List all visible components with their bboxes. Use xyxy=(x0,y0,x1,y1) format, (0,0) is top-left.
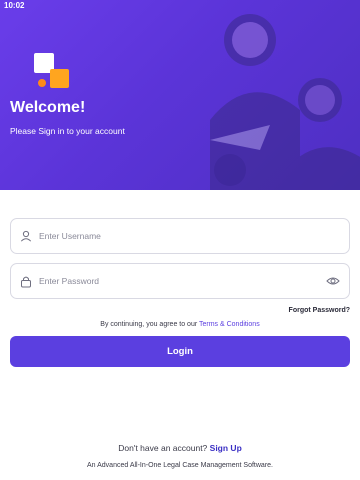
signup-prompt: Don't have an account? xyxy=(118,443,210,453)
app-logo xyxy=(34,53,72,91)
welcome-subtitle: Please Sign in to your account xyxy=(10,126,125,136)
signup-link[interactable]: Sign Up xyxy=(210,443,242,453)
terms-link[interactable]: Terms & Conditions xyxy=(199,321,260,328)
tagline: An Advanced All-In-One Legal Case Manage… xyxy=(87,462,273,469)
welcome-title: Welcome! xyxy=(10,99,86,116)
hero-banner: 10:02 Welcome! Please Sign in to your ac… xyxy=(0,0,360,190)
password-input[interactable] xyxy=(39,276,325,286)
login-button[interactable]: Login xyxy=(10,336,350,367)
username-field[interactable] xyxy=(10,218,350,254)
lock-icon xyxy=(19,274,33,288)
status-bar-time: 10:02 xyxy=(4,1,25,10)
forgot-password-link[interactable]: Forgot Password? xyxy=(289,307,350,314)
user-icon xyxy=(19,229,33,243)
terms-prefix: By continuing, you agree to our xyxy=(100,321,199,328)
password-field[interactable] xyxy=(10,263,350,299)
terms-text: By continuing, you agree to our Terms & … xyxy=(0,321,360,328)
hero-photo xyxy=(210,14,360,190)
signup-line: Don't have an account? Sign Up xyxy=(0,443,360,453)
username-input[interactable] xyxy=(39,231,349,241)
eye-icon[interactable] xyxy=(325,273,341,289)
